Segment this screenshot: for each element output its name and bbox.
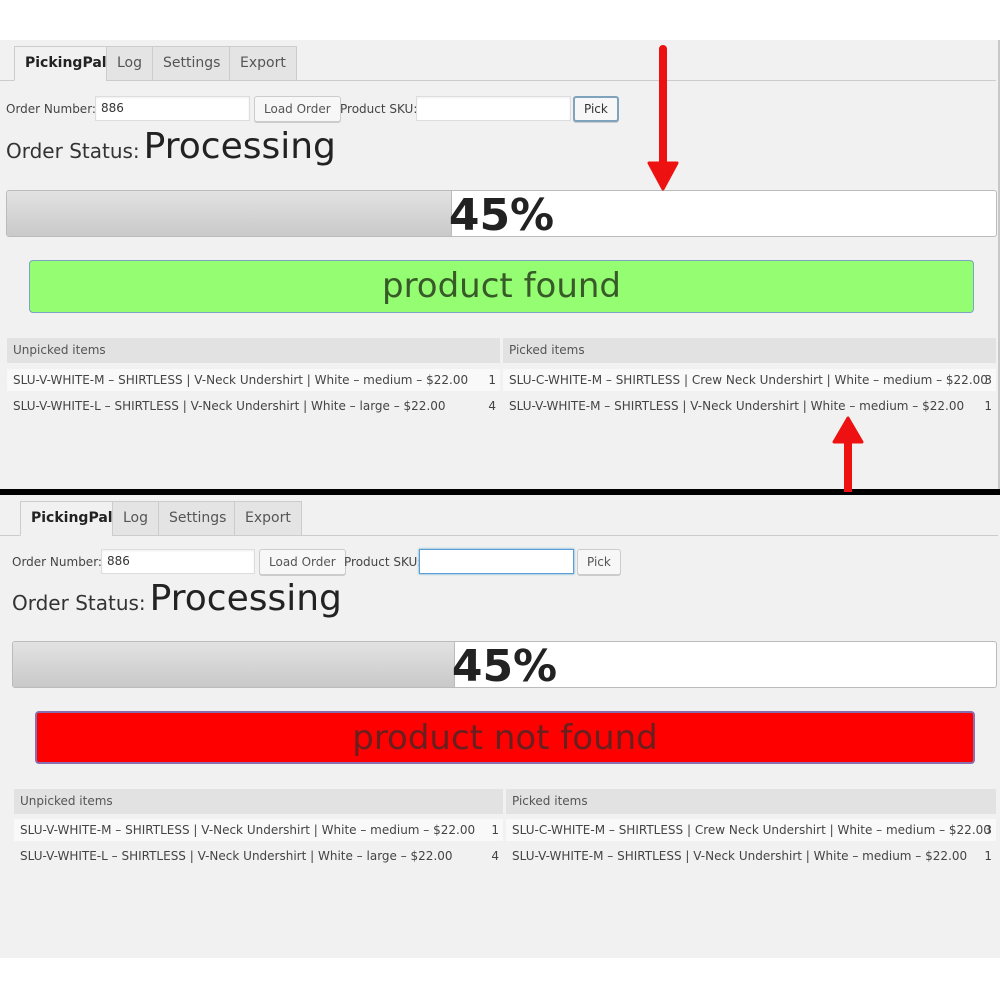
picked-items-header: Picked items (503, 338, 996, 363)
tab-export[interactable]: Export (234, 501, 302, 536)
tab-settings[interactable]: Settings (158, 501, 238, 536)
product-sku-input[interactable] (419, 549, 574, 574)
annotation-arrow-down-icon (647, 45, 679, 191)
picked-item-row[interactable]: SLU-V-WHITE-M – SHIRTLESS | V-Neck Under… (503, 395, 996, 417)
order-status: Order Status: Processing (12, 578, 342, 619)
item-description: SLU-V-WHITE-M – SHIRTLESS | V-Neck Under… (509, 399, 965, 413)
order-number-label: Order Number: (12, 555, 102, 569)
load-order-button[interactable]: Load Order (254, 96, 341, 122)
item-description: SLU-V-WHITE-M – SHIRTLESS | V-Neck Under… (512, 849, 968, 863)
item-quantity: 1 (984, 399, 992, 413)
picked-item-row[interactable]: SLU-V-WHITE-M – SHIRTLESS | V-Neck Under… (506, 845, 996, 867)
unpicked-items-header: Unpicked items (7, 338, 500, 363)
product-sku-label: Product SKU: (344, 555, 422, 569)
unpicked-items-header: Unpicked items (14, 789, 503, 814)
unpicked-item-row[interactable]: SLU-V-WHITE-L – SHIRTLESS | V-Neck Under… (7, 395, 500, 417)
order-number-input[interactable]: 886 (101, 549, 255, 574)
item-description: SLU-V-WHITE-L – SHIRTLESS | V-Neck Under… (13, 399, 446, 413)
order-form: Order Number: 886 Load Order Product SKU… (6, 96, 706, 122)
item-description: SLU-V-WHITE-L – SHIRTLESS | V-Neck Under… (20, 849, 453, 863)
tab-bar: PickingPal Log Settings Export (0, 495, 998, 536)
order-form: Order Number: 886 Load Order Product SKU… (12, 549, 712, 575)
progress-percent-text: 45% (448, 190, 555, 237)
progress-percent-text: 45% (451, 641, 558, 688)
annotation-arrow-up-icon (832, 416, 864, 492)
order-number-input[interactable]: 886 (95, 96, 250, 121)
order-number-label: Order Number: (6, 102, 96, 116)
pick-button[interactable]: Pick (573, 96, 619, 122)
item-quantity: 3 (984, 823, 992, 837)
pick-progress-bar: 45% (6, 190, 997, 237)
tab-bar: PickingPal Log Settings Export (0, 40, 996, 81)
order-status-label: Order Status: (12, 591, 146, 615)
item-description: SLU-V-WHITE-M – SHIRTLESS | V-Neck Under… (13, 373, 469, 387)
result-message-found: product found (29, 260, 974, 313)
picked-item-row[interactable]: SLU-C-WHITE-M – SHIRTLESS | Crew Neck Un… (503, 369, 996, 391)
tab-pickingpal[interactable]: PickingPal (20, 501, 124, 536)
order-status: Order Status: Processing (6, 126, 336, 167)
picked-item-row[interactable]: SLU-C-WHITE-M – SHIRTLESS | Crew Neck Un… (506, 819, 996, 841)
unpicked-item-row[interactable]: SLU-V-WHITE-M – SHIRTLESS | V-Neck Under… (7, 369, 500, 391)
tab-log[interactable]: Log (106, 46, 154, 81)
order-status-value: Processing (143, 126, 336, 167)
item-quantity: 4 (491, 849, 499, 863)
tab-log[interactable]: Log (112, 501, 160, 536)
item-quantity: 3 (984, 373, 992, 387)
item-quantity: 1 (491, 823, 499, 837)
load-order-button[interactable]: Load Order (259, 549, 346, 575)
unpicked-item-row[interactable]: SLU-V-WHITE-M – SHIRTLESS | V-Neck Under… (14, 819, 503, 841)
pick-button[interactable]: Pick (577, 549, 621, 575)
item-quantity: 4 (488, 399, 496, 413)
result-message-not-found: product not found (35, 711, 975, 764)
pick-progress-bar: 45% (12, 641, 997, 688)
product-sku-input[interactable] (416, 96, 571, 121)
tab-export[interactable]: Export (229, 46, 297, 81)
tab-pickingpal[interactable]: PickingPal (14, 46, 118, 81)
unpicked-item-row[interactable]: SLU-V-WHITE-L – SHIRTLESS | V-Neck Under… (14, 845, 503, 867)
item-description: SLU-V-WHITE-M – SHIRTLESS | V-Neck Under… (20, 823, 476, 837)
picking-screen-not-found: PickingPal Log Settings Export Order Num… (0, 495, 1000, 958)
item-description: SLU-C-WHITE-M – SHIRTLESS | Crew Neck Un… (509, 373, 988, 387)
picked-items-header: Picked items (506, 789, 996, 814)
item-description: SLU-C-WHITE-M – SHIRTLESS | Crew Neck Un… (512, 823, 991, 837)
item-quantity: 1 (488, 373, 496, 387)
order-status-label: Order Status: (6, 139, 140, 163)
tab-settings[interactable]: Settings (152, 46, 232, 81)
item-quantity: 1 (984, 849, 992, 863)
order-status-value: Processing (149, 578, 342, 619)
product-sku-label: Product SKU: (340, 102, 418, 116)
